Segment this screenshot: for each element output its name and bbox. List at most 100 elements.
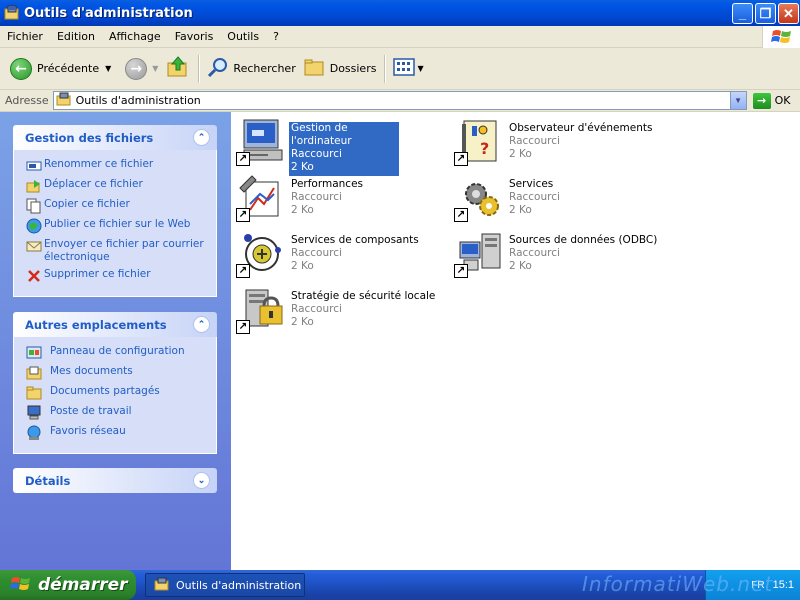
place-my-computer[interactable]: Poste de travail [26,405,208,421]
place-my-documents[interactable]: Mes documents [26,365,208,381]
place-network[interactable]: Favoris réseau [26,425,208,441]
task-delete[interactable]: Supprimer ce fichier [26,268,208,284]
shortcut-arrow-icon: ↗ [236,152,250,166]
file-tasks-body: Renommer ce fichier Déplacer ce fichier … [13,150,217,297]
folders-label: Dossiers [329,62,377,75]
toolbar-separator [384,54,386,83]
file-size: 2 Ko [509,204,532,216]
search-icon [207,56,229,81]
place-control-panel[interactable]: Panneau de configuration [26,345,208,361]
toolbar-separator [198,54,200,83]
back-label: Précédente [37,62,100,75]
collapse-chevron-icon[interactable]: ⌃ [193,316,210,333]
taskbar-window-button[interactable]: Outils d'administration [145,573,305,597]
minimize-button[interactable]: _ [732,3,753,24]
windows-flag-icon [762,26,800,48]
address-input[interactable]: Outils d'administration ▼ [52,91,747,110]
other-places-header[interactable]: Autres emplacements ⌃ [13,312,217,337]
go-button[interactable]: → OK [752,92,791,109]
network-globe-icon [26,425,42,441]
window-title: Outils d'administration [24,5,193,21]
details-header[interactable]: Détails ⌄ [13,468,217,493]
search-label: Rechercher [233,62,296,75]
menu-edition[interactable]: Edition [50,30,102,43]
address-dropdown-icon[interactable]: ▼ [729,92,746,109]
address-value: Outils d'administration [75,94,201,107]
file-name: Gestion de l'ordinateur [291,122,352,147]
taskbar-window-label: Outils d'administration [176,578,302,592]
file-tasks-header[interactable]: Gestion des fichiers ⌃ [13,125,217,150]
file-size: 2 Ko [291,161,314,173]
collapse-chevron-icon[interactable]: ⌃ [193,129,210,146]
task-pane: Gestion des fichiers ⌃ Renommer ce fichi… [0,112,231,570]
place-shared-documents-label: Documents partagés [50,385,160,397]
place-my-computer-label: Poste de travail [50,405,132,417]
folders-button[interactable]: Dossiers [300,51,381,87]
start-label: démarrer [38,575,128,595]
file-type: Raccourci [291,191,342,203]
other-places-body: Panneau de configuration Mes documents D… [13,337,217,454]
file-type: Raccourci [291,148,342,160]
file-item[interactable]: ↗ Services Raccourci 2 Ko [454,174,664,230]
close-button[interactable]: ✕ [778,3,799,24]
up-folder-button[interactable] [162,51,194,87]
file-tasks-title: Gestion des fichiers [25,130,154,145]
file-item[interactable]: ↗ Gestion de l'ordinateur Raccourci 2 Ko [236,118,446,176]
email-icon [26,238,42,254]
menu-outils[interactable]: Outils [220,30,266,43]
menu-help[interactable]: ? [266,30,286,43]
move-icon [26,178,42,194]
file-type: Raccourci [291,303,342,315]
search-button[interactable]: Rechercher [203,51,299,87]
admin-tools-folder-icon [56,92,72,109]
task-publish-web[interactable]: Publier ce fichier sur le Web [26,218,208,234]
go-label: OK [774,94,791,107]
shortcut-arrow-icon: ↗ [236,264,250,278]
file-type: Raccourci [509,247,560,259]
menu-bar: Fichier Edition Affichage Favoris Outils… [0,26,800,48]
start-button[interactable]: démarrer [0,570,136,600]
task-rename[interactable]: Renommer ce fichier [26,158,208,174]
file-type: Raccourci [509,191,560,203]
forward-dropdown-icon[interactable]: ▼ [152,64,158,73]
place-shared-documents[interactable]: Documents partagés [26,385,208,401]
address-bar: Adresse Outils d'administration ▼ → OK [0,90,800,112]
file-item[interactable]: ↗ Services de composants Raccourci 2 Ko [236,230,446,286]
menu-favoris[interactable]: Favoris [168,30,221,43]
forward-arrow-icon: → [125,57,148,80]
forward-button[interactable]: → ▼ [121,51,162,87]
file-name: Observateur d'événements [509,122,653,134]
task-copy[interactable]: Copier ce fichier [26,198,208,214]
file-item[interactable]: ↗ Sources de données (ODBC) Raccourci 2 … [454,230,664,286]
back-button[interactable]: ← Précédente ▼ [6,51,115,87]
task-email-label: Envoyer ce fichier par courrier électron… [44,238,204,263]
file-name: Services de composants [291,234,419,246]
task-delete-label: Supprimer ce fichier [44,268,151,280]
file-item[interactable]: ↗ Stratégie de sécurité locale Raccourci… [236,286,446,342]
shortcut-arrow-icon: ↗ [236,208,250,222]
task-move[interactable]: Déplacer ce fichier [26,178,208,194]
menu-fichier[interactable]: Fichier [0,30,50,43]
maximize-button[interactable]: ❐ [755,3,776,24]
svg-text:?: ? [480,139,489,158]
admin-tools-folder-icon [4,5,20,21]
views-button[interactable]: ▼ [389,51,427,87]
clock[interactable]: 15:1 [773,579,794,591]
details-title: Détails [25,473,71,488]
expand-chevron-icon[interactable]: ⌄ [193,472,210,489]
shortcut-arrow-icon: ↗ [236,320,250,334]
file-size: 2 Ko [291,316,314,328]
place-network-label: Favoris réseau [50,425,126,437]
file-item[interactable]: ? ↗ Observateur d'événements Raccourci 2… [454,118,664,174]
task-email[interactable]: Envoyer ce fichier par courrier électron… [26,238,208,264]
back-dropdown-icon[interactable]: ▼ [105,64,111,73]
menu-affichage[interactable]: Affichage [102,30,168,43]
globe-icon [26,218,42,234]
file-item[interactable]: ↗ Performances Raccourci 2 Ko [236,174,446,230]
place-control-panel-label: Panneau de configuration [50,345,185,357]
file-size: 2 Ko [509,148,532,160]
shortcut-arrow-icon: ↗ [454,264,468,278]
views-dropdown-icon[interactable]: ▼ [417,64,423,73]
place-my-documents-label: Mes documents [50,365,133,377]
file-name: Stratégie de sécurité locale [291,290,436,302]
